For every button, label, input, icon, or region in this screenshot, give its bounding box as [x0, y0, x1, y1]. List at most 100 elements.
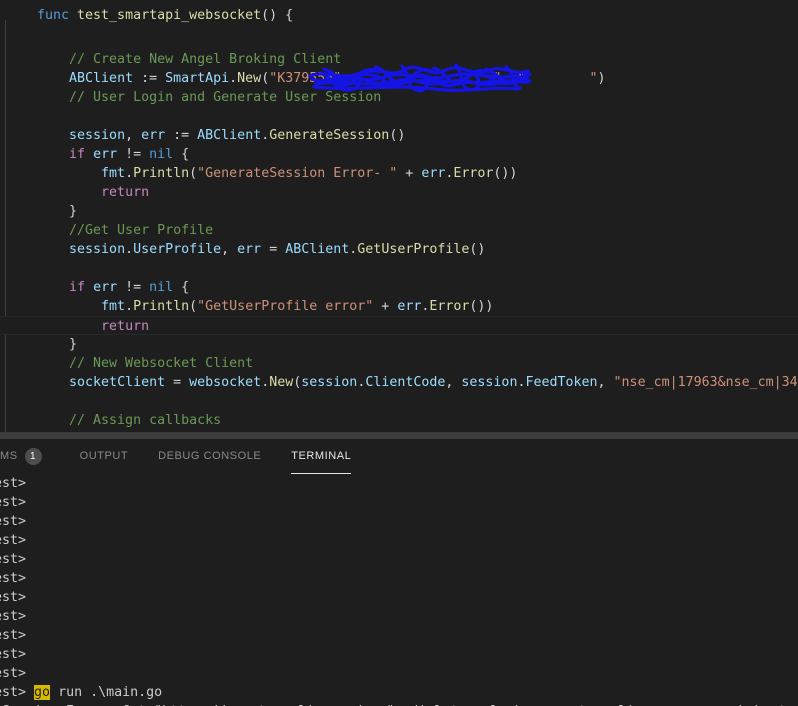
code-line[interactable]: if err != nil {: [0, 145, 798, 164]
code-token-plain: =: [165, 375, 190, 390]
code-token-plain: ,: [501, 71, 518, 86]
code-line[interactable]: // Create New Angel Broking Client: [0, 50, 798, 69]
code-line[interactable]: // New Websocket Client: [0, 354, 798, 373]
code-token-plain: (): [389, 128, 406, 143]
code-line[interactable]: }: [0, 202, 798, 221]
code-token-plain: (: [189, 166, 198, 181]
code-line[interactable]: [0, 259, 798, 278]
code-token-com: // User Login and Generate User Session: [37, 90, 382, 105]
code-line[interactable]: ABClient := SmartApi.New("K379556", " ",…: [0, 69, 798, 88]
code-token-ctl: if: [69, 280, 94, 295]
code-token-plain: {: [173, 280, 190, 295]
code-line[interactable]: session.UserProfile, err = ABClient.GetU…: [0, 240, 798, 259]
code-token-ctl: return: [101, 185, 150, 200]
code-token-plain: () {: [261, 8, 294, 23]
code-token-fn: Println: [133, 166, 190, 181]
code-editor[interactable]: func test_smartapi_websocket() { // Crea…: [0, 0, 798, 432]
code-token-str: "GenerateSession Error- ": [197, 166, 398, 181]
code-line[interactable]: // Assign callbacks: [0, 411, 798, 430]
terminal-prompt: test>: [0, 590, 27, 605]
terminal-line: test>: [0, 493, 798, 512]
terminal-line: test>: [0, 512, 798, 531]
code-token-var: session: [69, 128, 126, 143]
code-token-fn: New: [237, 71, 262, 86]
terminal-output[interactable]: test> test> test> test> test> test> test> test>…: [0, 474, 798, 706]
code-token-plain: ,: [445, 375, 462, 390]
code-token-fn: Println: [133, 299, 190, 314]
panel-tab-label: TERMINAL: [291, 450, 352, 462]
code-line[interactable]: if err != nil {: [0, 278, 798, 297]
code-token-str: " ": [517, 71, 598, 86]
terminal-prompt: test>: [0, 514, 27, 529]
tab-debug-console[interactable]: DEBUG CONSOLE: [150, 439, 269, 474]
code-line[interactable]: return: [0, 183, 798, 202]
terminal-line: test>: [0, 664, 798, 683]
terminal-line: test>: [0, 569, 798, 588]
code-line[interactable]: session, err := ABClient.GenerateSession…: [0, 126, 798, 145]
code-token-plain: ): [597, 71, 606, 86]
code-line[interactable]: fmt.Println("GetUserProfile error" + err…: [0, 297, 798, 316]
code-token-var: ABClient: [285, 242, 350, 257]
code-token-fn: Error: [429, 299, 470, 314]
code-token-plain: =: [261, 242, 286, 257]
code-token-fn: New: [269, 375, 294, 390]
terminal-prompt: test>: [0, 609, 27, 624]
tab-problems[interactable]: MS 1: [0, 439, 50, 474]
code-line[interactable]: // User Login and Generate User Session: [0, 88, 798, 107]
code-token-com: //Get User Profile: [37, 223, 214, 238]
terminal-line: test>: [0, 645, 798, 664]
code-token-plain: ,: [597, 375, 614, 390]
panel-tab-bar[interactable]: MS 1 OUTPUT DEBUG CONSOLE TERMINAL: [0, 439, 798, 474]
terminal-error-line: teSession Error- Get "https://myexternal…: [0, 702, 798, 706]
code-token-kw: func: [37, 8, 78, 23]
code-token-var: fmt: [101, 166, 126, 181]
code-token-var: socketClient: [69, 375, 166, 390]
tab-output[interactable]: OUTPUT: [72, 439, 137, 474]
tab-terminal[interactable]: TERMINAL: [283, 439, 359, 474]
code-token-var: err: [237, 242, 262, 257]
code-token-com: // Create New Angel Broking Client: [37, 52, 342, 67]
code-token-str: "nse_cm|17963&nse_cm|3499&nse_c: [613, 375, 798, 390]
panel-splitter[interactable]: [0, 432, 798, 439]
code-token-var: err: [141, 128, 166, 143]
code-token-var: session: [301, 375, 358, 390]
terminal-prompt: test>: [0, 647, 27, 662]
code-line[interactable]: func test_smartapi_websocket() {: [0, 6, 798, 25]
code-line[interactable]: [0, 107, 798, 126]
code-token-fn: GenerateSession: [269, 128, 390, 143]
code-token-var: FeedToken: [525, 375, 598, 390]
code-line[interactable]: return: [0, 316, 798, 335]
terminal-prompt: test>: [0, 685, 27, 700]
terminal-prompt: test>: [0, 533, 27, 548]
code-token-kw: nil: [149, 280, 174, 295]
terminal-prompt: test>: [0, 476, 27, 491]
terminal-line: test>: [0, 607, 798, 626]
code-token-var: err: [421, 166, 446, 181]
code-line[interactable]: socketClient = websocket.New(session.Cli…: [0, 373, 798, 392]
code-line[interactable]: }: [0, 335, 798, 354]
vscode-window: func test_smartapi_websocket() { // Crea…: [0, 0, 798, 706]
code-token-plain: !=: [117, 280, 150, 295]
code-token-plain: !=: [117, 147, 150, 162]
code-line[interactable]: [0, 25, 798, 44]
code-line[interactable]: fmt.Println("GenerateSession Error- " + …: [0, 164, 798, 183]
code-token-com: // Assign callbacks: [37, 413, 222, 428]
code-token-plain: +: [373, 299, 398, 314]
code-token-plain: {: [173, 147, 190, 162]
code-line[interactable]: //Get User Profile: [0, 221, 798, 240]
code-line[interactable]: [0, 392, 798, 411]
terminal-prompt: test>: [0, 628, 27, 643]
code-token-plain: .: [125, 242, 134, 257]
terminal-prompt: test>: [0, 495, 27, 510]
code-token-plain: :=: [133, 71, 166, 86]
code-token-var: websocket: [189, 375, 262, 390]
code-token-ctl: return: [101, 319, 150, 334]
terminal-line: test>: [0, 626, 798, 645]
